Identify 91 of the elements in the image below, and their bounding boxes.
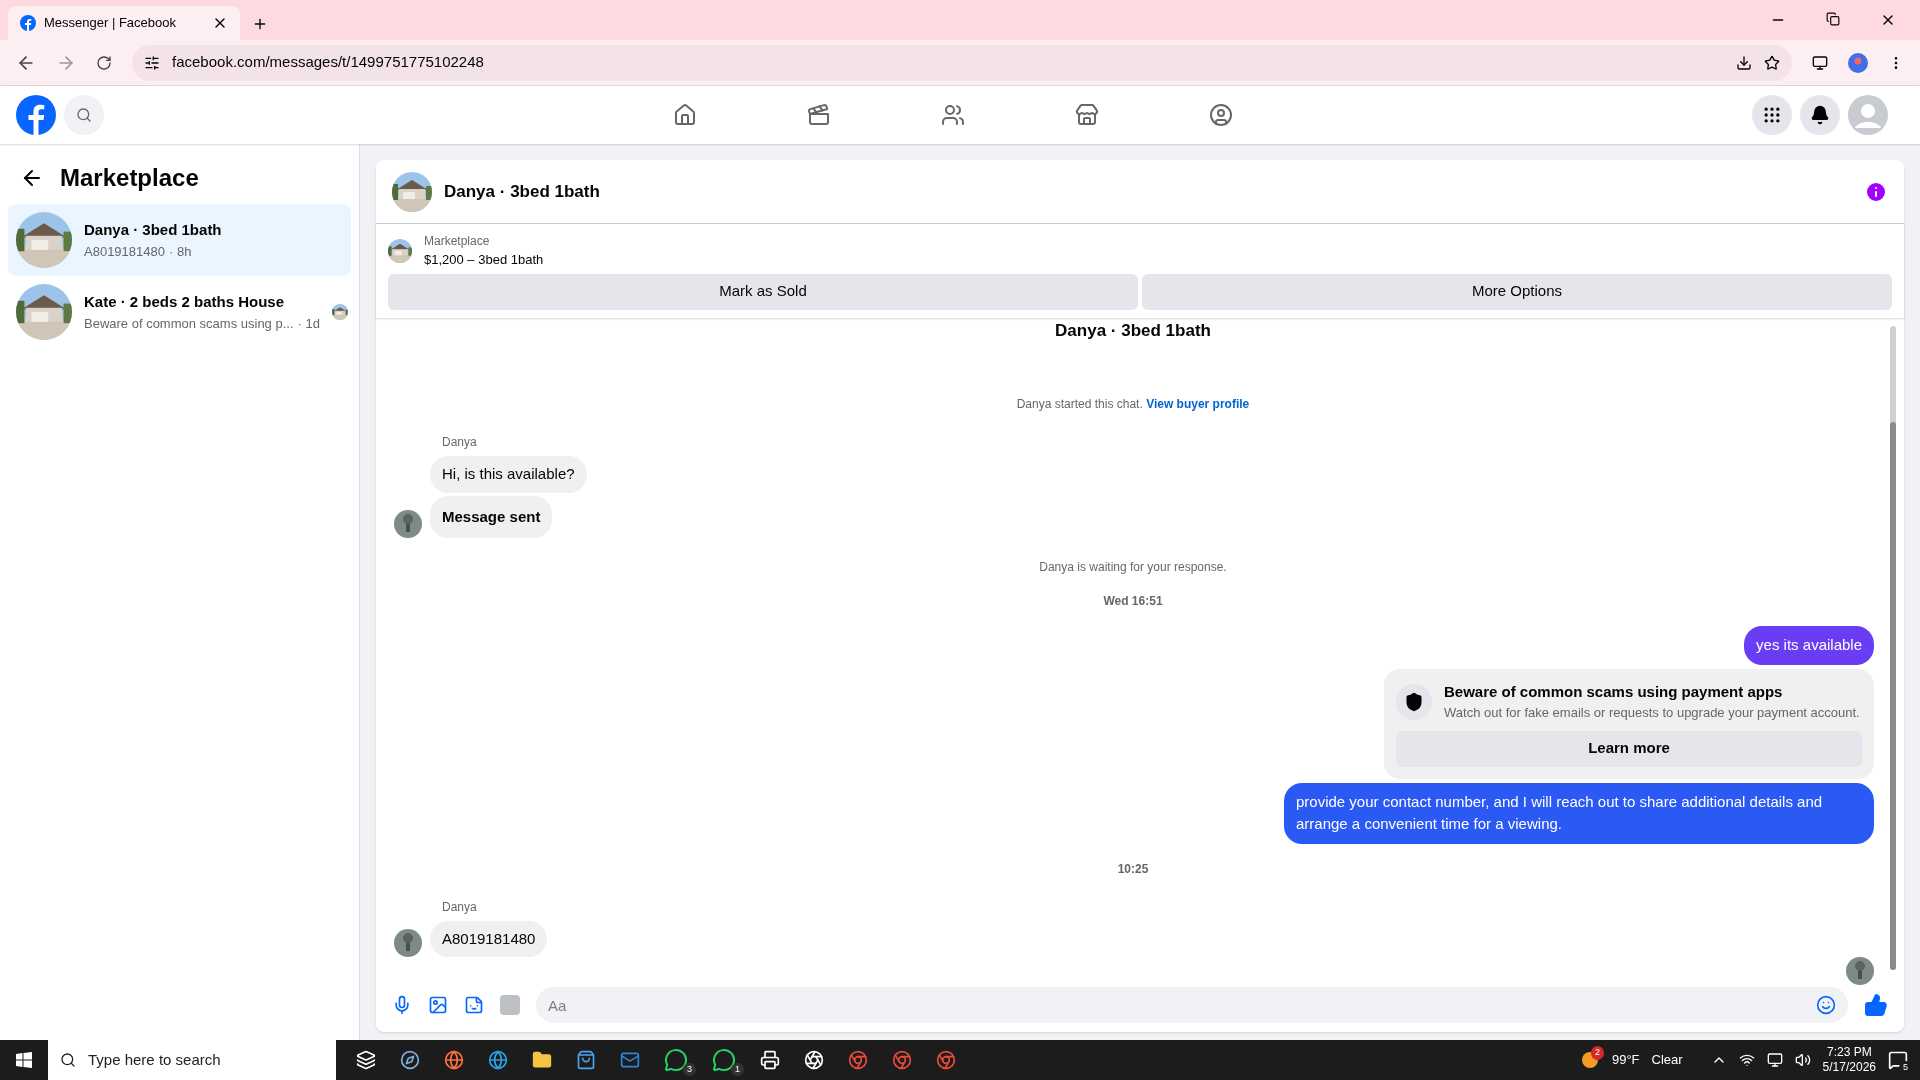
sticker-icon[interactable]: [464, 995, 484, 1015]
warning-title: Beware of common scams using payment apps: [1444, 681, 1784, 702]
scrollbar[interactable]: [1890, 325, 1896, 970]
star-icon[interactable]: [1764, 54, 1780, 71]
groups-icon[interactable]: [1209, 103, 1233, 127]
browser-tab[interactable]: Messenger | Facebook: [8, 6, 240, 40]
timestamp: 10:25: [1117, 860, 1149, 878]
store-icon[interactable]: [576, 1050, 596, 1070]
timestamp: Wed 16:51: [1103, 593, 1163, 610]
avatar-icon: [394, 510, 422, 538]
chat-app-icon[interactable]: [712, 1048, 736, 1072]
sender-name: Danya: [442, 899, 477, 914]
buyer-profile-link[interactable]: View buyer profile: [1146, 397, 1250, 411]
folder-icon[interactable]: [532, 1050, 552, 1070]
grid-icon: [1762, 105, 1782, 125]
browser-icon[interactable]: [848, 1050, 868, 1070]
address-bar[interactable]: facebook.com/messages/t/1499751775102248: [132, 44, 1792, 81]
globe-icon[interactable]: [488, 1050, 508, 1070]
taskbar-search[interactable]: Type here to search: [48, 1040, 336, 1080]
install-icon[interactable]: [1736, 54, 1752, 71]
shield-icon: [1396, 683, 1432, 720]
clock-date: 5/17/2026: [1822, 1060, 1876, 1075]
count-badge: 1: [731, 1062, 744, 1076]
emoji-icon[interactable]: [1816, 995, 1836, 1015]
listing-label: Marketplace: [424, 233, 491, 250]
aperture-icon[interactable]: [804, 1050, 824, 1070]
printer-icon[interactable]: [760, 1050, 780, 1070]
windows-icon[interactable]: [16, 1052, 32, 1068]
message-bubble: Message sent: [430, 495, 553, 538]
system-message: Danya started this chat. View buyer profile: [1016, 396, 1250, 413]
listing-price: $1,200 – 3bed 1bath: [424, 251, 544, 269]
warning-text: Watch out for fake emails or requests to upgrade your payment account.: [1444, 704, 1860, 722]
notifications-button[interactable]: [1800, 95, 1840, 135]
video-icon[interactable]: [807, 103, 831, 127]
like-icon[interactable]: [1864, 993, 1888, 1017]
sender-name: Danya: [442, 435, 477, 449]
site-settings-icon[interactable]: [144, 54, 160, 71]
weather-text: Clear: [1651, 1051, 1683, 1070]
globe-icon[interactable]: [444, 1050, 464, 1070]
search-icon: [60, 1052, 76, 1068]
conversation-item[interactable]: Danya · 3bed 1bath A8019181480 · 8h: [8, 204, 351, 276]
browser-icon[interactable]: [892, 1050, 912, 1070]
sidebar-title: Marketplace: [60, 163, 199, 193]
display-icon[interactable]: [1766, 1052, 1783, 1068]
task-view-icon[interactable]: [356, 1050, 376, 1070]
message-bubble: A8019181480: [430, 920, 548, 957]
avatar-icon: [394, 929, 422, 957]
new-tab-icon[interactable]: [252, 16, 268, 32]
network-icon[interactable]: [1738, 1052, 1755, 1068]
search-icon: [76, 107, 92, 123]
browser-icon[interactable]: [936, 1050, 956, 1070]
profile-icon[interactable]: [1848, 52, 1868, 73]
bell-icon: [1810, 105, 1830, 125]
conversation-item[interactable]: Kate · 2 beds 2 baths House Beware of common scams using p... · 1d: [8, 276, 351, 348]
conversation-name: Danya · 3bed 1bath: [84, 220, 223, 240]
tab-title: Messenger | Facebook: [44, 14, 177, 33]
action-button[interactable]: Mark as Sold: [388, 273, 1138, 310]
count-badge: 3: [683, 1062, 696, 1076]
search-button[interactable]: [64, 95, 104, 135]
reload-icon[interactable]: [96, 54, 112, 71]
action-button[interactable]: More Options: [1142, 273, 1892, 310]
message-bubble: provide your contact number, and I will reach out to share additional details and arrange a convenient time for a viewing.: [1284, 782, 1874, 844]
conversation-time: · 8h: [169, 242, 192, 261]
weather-badge: 2: [1590, 1046, 1604, 1060]
message-bubble: Hi, is this available?: [430, 456, 587, 493]
microphone-icon[interactable]: [392, 995, 412, 1015]
learn-more-button[interactable]: Learn more: [1396, 730, 1862, 767]
avatar-icon: [1846, 957, 1874, 985]
system-message: Danya is waiting for your response.: [1039, 559, 1227, 576]
home-icon[interactable]: [673, 103, 697, 127]
store-icon[interactable]: [1075, 103, 1099, 127]
logo-icon[interactable]: [16, 95, 56, 135]
temperature: 99°F: [1611, 1051, 1640, 1070]
restore-icon[interactable]: [1826, 12, 1840, 26]
cast-icon[interactable]: [1812, 54, 1828, 71]
conversation-time: · 1d: [297, 314, 320, 333]
volume-icon[interactable]: [1794, 1052, 1811, 1068]
conversation-name: Kate · 2 beds 2 baths House: [84, 292, 286, 312]
menu-button[interactable]: [1752, 95, 1792, 135]
thread-title: Danya · 3bed 1bath: [1055, 319, 1211, 342]
logo-icon: [20, 15, 36, 31]
message-bubble: yes its available: [1744, 626, 1874, 665]
message-input[interactable]: Aa: [536, 987, 1848, 1023]
chat-app-icon[interactable]: [664, 1048, 688, 1072]
mail-icon[interactable]: [620, 1050, 640, 1070]
friends-icon[interactable]: [941, 103, 965, 127]
image-icon[interactable]: [428, 995, 448, 1015]
conversation-preview: A8019181480: [84, 242, 165, 261]
chat-title: Danya · 3bed 1bath: [444, 180, 601, 203]
conversation-preview: Beware of common scams using p...: [84, 314, 294, 333]
clock-time: 7:23 PM: [1826, 1045, 1872, 1060]
